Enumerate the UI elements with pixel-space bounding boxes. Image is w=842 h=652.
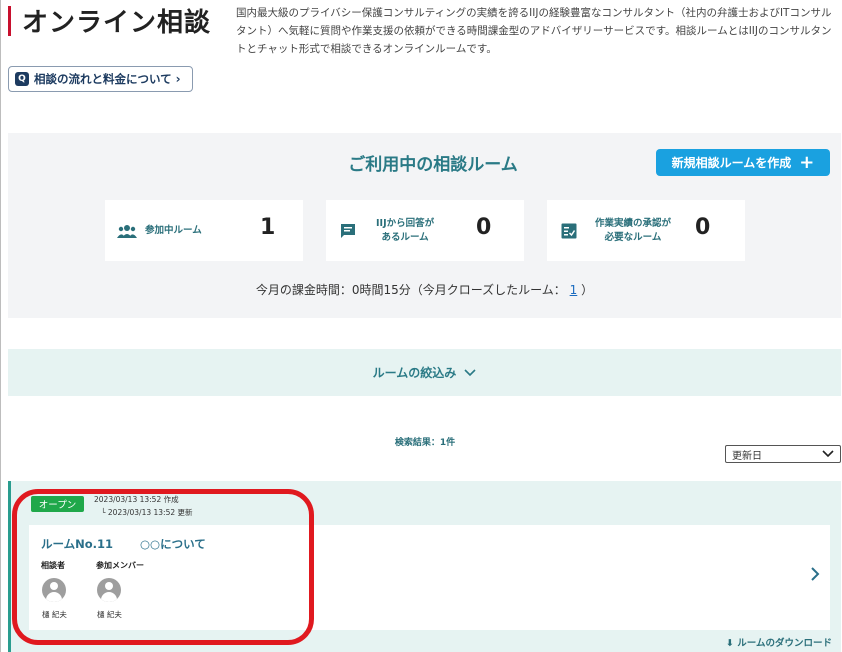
create-room-button[interactable]: 新規相談ルームを作成 + — [656, 149, 830, 176]
created-timestamp: 2023/03/13 13:52 作成 — [94, 495, 179, 504]
title-accent-bar — [8, 6, 11, 36]
stat-card-joined-rooms[interactable]: 参加中ルーム 1 — [105, 200, 303, 261]
sort-selected-value: 更新日 — [732, 450, 762, 462]
stat-label: 作業実績の承認が 必要なルーム — [595, 217, 671, 245]
room-download-link[interactable]: ⬇ ルームのダウンロード — [726, 635, 832, 649]
room-filter-toggle[interactable]: ルームの絞込み — [8, 349, 841, 396]
checklist-icon — [561, 223, 577, 238]
billing-suffix: ） — [581, 283, 594, 297]
stat-label-line: 作業実績の承認が — [595, 217, 672, 229]
avatar — [42, 578, 66, 602]
sort-select[interactable]: 更新日 — [725, 445, 841, 463]
people-icon — [117, 224, 137, 238]
chat-icon — [341, 223, 355, 238]
member-name: 樋 紀夫 — [97, 610, 122, 619]
description-line: トとチャット形式で相談できるオンラインルームです。 — [236, 43, 497, 55]
create-room-label: 新規相談ルームを作成 — [671, 156, 792, 170]
page-title: オンライン相談 — [22, 8, 212, 38]
stat-card-approval-rooms[interactable]: 作業実績の承認が 必要なルーム 0 — [547, 200, 745, 261]
stat-value: 0 — [476, 215, 492, 240]
question-icon: Q — [15, 72, 29, 86]
stat-label: 参加中ルーム — [145, 224, 202, 238]
plus-icon: + — [799, 151, 815, 173]
room-topic: ○○について — [140, 537, 206, 551]
avatar — [97, 578, 121, 602]
stat-label-line: 必要なルーム — [604, 231, 662, 243]
search-results-count: 検索結果：1件 — [394, 438, 456, 448]
chevron-right-icon[interactable] — [810, 566, 820, 582]
members-label: 参加メンバー — [96, 561, 144, 570]
updated-timestamp: └ 2023/03/13 13:52 更新 — [101, 508, 193, 517]
status-badge: オープン — [31, 496, 84, 512]
rooms-summary-panel: ご利用中の相談ルーム 新規相談ルームを作成 + 参加中ルーム 1 IIJから回答… — [8, 133, 841, 318]
billing-prefix: 今月の課金時間：0時間15分（今月クローズしたルーム： — [255, 283, 566, 297]
room-list-item: オープン 2023/03/13 13:52 作成 └ 2023/03/13 13… — [8, 481, 841, 652]
room-number: ルームNo.11 — [41, 537, 114, 551]
billing-summary: 今月の課金時間：0時間15分（今月クローズしたルーム： 1 ） — [8, 281, 841, 298]
consultation-flow-link[interactable]: Q 相談の流れと料金について › — [8, 66, 193, 92]
description-line: 国内最大級のプライバシー保護コンサルティングの実績を誇るIIJの経験豊富なコンサ… — [236, 7, 832, 19]
page-left-border — [0, 0, 1, 652]
stat-label-line: 参加中ルーム — [145, 224, 202, 236]
chevron-down-icon — [464, 368, 476, 376]
stat-value: 0 — [695, 215, 711, 240]
download-icon: ⬇ — [726, 638, 734, 649]
room-filter-label: ルームの絞込み — [372, 366, 457, 380]
stat-label-line: IIJから回答が — [376, 217, 435, 229]
service-description: 国内最大級のプライバシー保護コンサルティングの実績を誇るIIJの経験豊富なコンサ… — [236, 4, 836, 58]
stat-label-line: あるルーム — [381, 231, 429, 243]
stat-card-answered-rooms[interactable]: IIJから回答が あるルーム 0 — [326, 200, 524, 261]
room-download-label: ルームのダウンロード — [737, 638, 832, 649]
consultation-flow-label: 相談の流れと料金について — [34, 72, 172, 86]
stat-label: IIJから回答が あるルーム — [376, 217, 434, 245]
chevron-down-icon — [822, 450, 834, 458]
room-card[interactable]: ルームNo.11 ○○について 相談者 参加メンバー 樋 紀夫 樋 紀夫 — [29, 525, 830, 630]
chevron-right-icon: › — [175, 72, 181, 86]
consultant-label: 相談者 — [41, 561, 65, 570]
closed-rooms-link[interactable]: 1 — [570, 283, 578, 297]
stat-value: 1 — [260, 215, 276, 240]
consultant-name: 樋 紀夫 — [42, 610, 67, 619]
description-line: タント）へ気軽に質問や作業支援の依頼ができる時間課金型のアドバイザリーサービスで… — [236, 25, 832, 37]
